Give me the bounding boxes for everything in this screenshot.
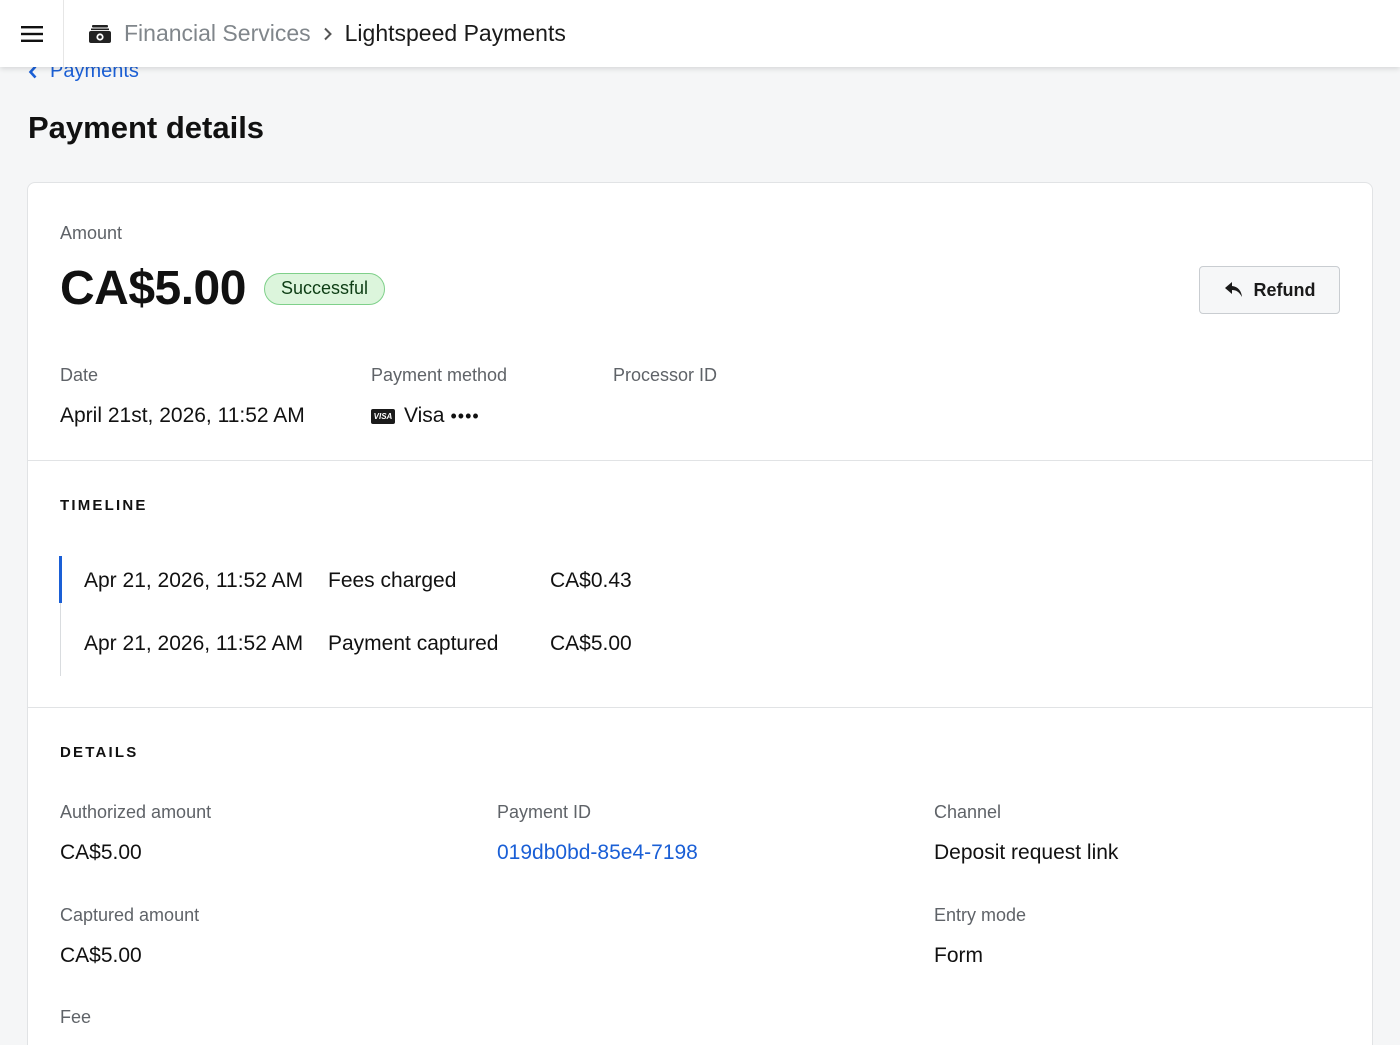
chevron-right-icon <box>323 27 333 41</box>
entry-mode-field: Entry mode Form <box>934 905 1026 968</box>
entry-mode-value: Form <box>934 944 983 967</box>
payment-method-label: Payment method <box>371 365 508 385</box>
visa-card-icon: VISA <box>371 408 395 424</box>
channel-value: Deposit request link <box>934 841 1119 864</box>
authorized-amount-field: Authorized amount CA$5.00 <box>60 802 211 865</box>
details-heading: DETAILS <box>60 744 139 761</box>
cash-register-icon <box>88 24 112 44</box>
payment-method-field: Payment method VISA Visa •••• <box>371 365 507 428</box>
date-field: Date April 21st, 2026, 11:52 AM <box>60 365 305 428</box>
timeline-date: Apr 21, 2026, 11:52 AM <box>84 632 304 655</box>
entry-mode-label: Entry mode <box>934 905 1027 925</box>
date-label: Date <box>60 365 99 385</box>
timeline-date: Apr 21, 2026, 11:52 AM <box>84 569 304 592</box>
reply-arrow-icon <box>1224 281 1244 299</box>
hamburger-menu-icon <box>20 25 43 42</box>
breadcrumb: Financial Services Lightspeed Payments <box>64 20 566 47</box>
breadcrumb-financial-services[interactable]: Financial Services <box>124 20 311 47</box>
channel-label: Channel <box>934 802 1002 822</box>
timeline-event: Fees charged <box>328 569 457 592</box>
refund-label: Refund <box>1253 279 1316 300</box>
timeline-amount: CA$0.43 <box>550 569 632 592</box>
channel-field: Channel Deposit request link <box>934 802 1118 865</box>
payment-id-label: Payment ID <box>497 802 592 822</box>
fee-label: Fee <box>60 1007 92 1027</box>
captured-amount-label: Captured amount <box>60 905 200 925</box>
processor-id-field: Processor ID <box>613 365 717 386</box>
amount-row: CA$5.00 Successful <box>60 261 385 316</box>
top-bar: Financial Services Lightspeed Payments <box>0 0 1400 67</box>
captured-amount-value: CA$5.00 <box>60 944 142 967</box>
breadcrumb-current: Lightspeed Payments <box>344 20 566 46</box>
captured-amount-field: Captured amount CA$5.00 <box>60 905 199 968</box>
status-badge: Successful <box>263 272 385 305</box>
payment-id-link[interactable]: 019db0bd-85e4-7198 <box>497 841 698 865</box>
card-brand: Visa <box>404 404 445 427</box>
amount-label: Amount <box>60 223 123 243</box>
timeline-row: Apr 21, 2026, 11:52 AM Payment captured … <box>84 632 670 656</box>
authorized-amount-label: Authorized amount <box>60 802 212 822</box>
timeline-amount: CA$5.00 <box>550 632 632 655</box>
amount-value: CA$5.00 <box>60 262 246 315</box>
card-mask: •••• <box>450 405 480 426</box>
authorized-amount-value: CA$5.00 <box>60 841 142 864</box>
payment-id-field: Payment ID 019db0bd-85e4-7198 <box>497 802 698 865</box>
divider <box>28 460 1372 461</box>
timeline-active-marker <box>59 556 62 603</box>
refund-button[interactable]: Refund <box>1199 266 1340 314</box>
timeline-event: Payment captured <box>328 632 499 655</box>
timeline: Apr 21, 2026, 11:52 AM Fees charged CA$0… <box>59 556 760 676</box>
timeline-heading: TIMELINE <box>60 497 148 514</box>
timeline-row: Apr 21, 2026, 11:52 AM Fees charged CA$0… <box>84 569 670 593</box>
payment-details-card: Amount CA$5.00 Successful Refund Date Ap… <box>27 182 1373 1045</box>
processor-id-label: Processor ID <box>613 365 718 385</box>
divider <box>28 707 1372 708</box>
fee-field: Fee <box>60 1007 91 1028</box>
page-title: Payment details <box>28 110 265 145</box>
date-value: April 21st, 2026, 11:52 AM <box>60 404 305 427</box>
payment-method-value: VISA Visa •••• <box>371 404 507 428</box>
menu-button[interactable] <box>0 0 64 67</box>
